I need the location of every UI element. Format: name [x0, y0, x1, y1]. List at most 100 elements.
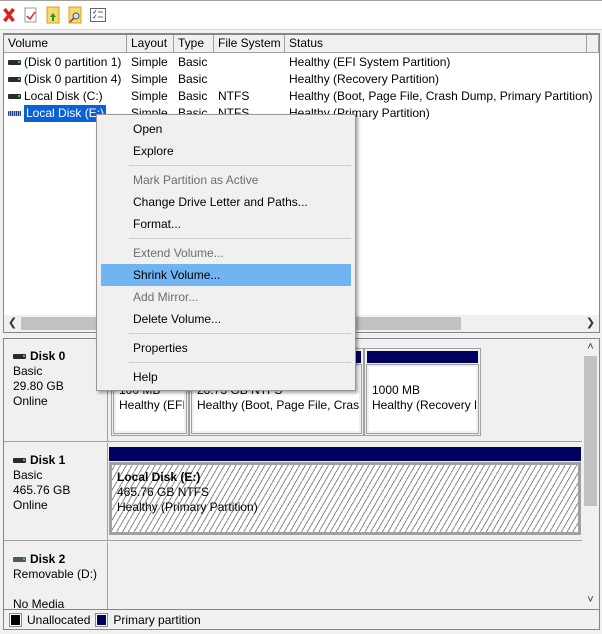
partition-e[interactable]: Local Disk (E:) 465.76 GB NTFS Healthy (… — [109, 447, 581, 535]
type-cell: Basic — [178, 55, 208, 69]
drive-icon — [8, 77, 21, 82]
disk-type: Removable (D:) — [13, 567, 98, 581]
disk-state: Online — [13, 394, 48, 408]
partition-size: 1000 MB — [372, 383, 421, 397]
menu-separator — [99, 359, 353, 366]
status-cell: Healthy (Boot, Page File, Crash Dump, Pr… — [289, 89, 593, 103]
menu-item-mark-active: Mark Partition as Active — [133, 173, 259, 187]
menu-item-help[interactable]: Help — [99, 366, 353, 388]
disk-icon — [13, 354, 26, 359]
menu-item-shrink-volume[interactable]: Shrink Volume... — [101, 264, 351, 286]
context-menu: Open Explore Mark Partition as Active Ch… — [96, 114, 356, 391]
disk-state: No Media — [13, 597, 65, 610]
checklist-icon — [90, 8, 106, 22]
check-document-icon — [24, 7, 37, 23]
column-header: Volume Layout Type File System Status — [4, 35, 599, 53]
menu-separator — [99, 235, 353, 242]
volume-name: Local Disk (E:) — [24, 105, 107, 122]
legend: Unallocated Primary partition — [3, 610, 600, 630]
column-status[interactable]: Status — [285, 35, 587, 53]
volume-name: Local Disk (C:) — [24, 89, 103, 103]
fs-cell: NTFS — [218, 89, 250, 103]
disk-1-row[interactable]: Disk 1 Basic 465.76 GB Online Local Disk… — [4, 443, 582, 541]
menu-item-format[interactable]: Format... — [99, 213, 353, 235]
menu-item-delete-volume[interactable]: Delete Volume... — [99, 308, 353, 330]
menu-item-change-drive-letter[interactable]: Change Drive Letter and Paths... — [99, 191, 353, 213]
scrollbar-thumb[interactable] — [584, 356, 597, 506]
properties-button[interactable] — [22, 6, 40, 24]
partition-status: Healthy (Primary Partition) — [117, 500, 258, 514]
legend-label: Unallocated — [27, 612, 91, 627]
scroll-up-icon[interactable]: ˄ — [582, 339, 599, 356]
table-row[interactable]: Local Disk (C:) Simple Basic NTFS Health… — [4, 88, 599, 105]
menu-item-add-mirror: Add Mirror... — [133, 290, 199, 304]
partition-header — [367, 351, 478, 363]
partition-recovery[interactable]: 1000 MB Healthy (Recovery F — [364, 348, 481, 436]
disk-icon — [13, 458, 26, 463]
explore-button[interactable] — [66, 6, 84, 24]
disk-info[interactable]: Disk 0 Basic 29.80 GB Online — [4, 339, 108, 441]
legend-swatch — [9, 612, 22, 627]
partition-header — [109, 447, 581, 461]
volume-name: (Disk 0 partition 4) — [24, 72, 122, 86]
folder-search-icon — [68, 6, 82, 24]
column-volume[interactable]: Volume — [4, 35, 127, 53]
toolbar — [0, 0, 602, 30]
partition-size: 465.76 GB NTFS — [117, 485, 210, 499]
type-cell: Basic — [178, 72, 208, 86]
partition-title: Local Disk (E:) — [117, 470, 201, 484]
red-x-icon — [3, 8, 15, 22]
partition-status: Healthy (Recovery F — [372, 398, 478, 412]
column-file-system[interactable]: File System — [214, 35, 285, 53]
disk-2-row[interactable]: Disk 2 Removable (D:) No Media — [4, 542, 582, 610]
legend-unallocated: Unallocated — [9, 612, 91, 627]
status-cell: Healthy (Recovery Partition) — [289, 72, 440, 86]
drive-icon — [8, 94, 21, 99]
status-cell: Healthy (EFI System Partition) — [289, 55, 451, 69]
folder-up-icon — [46, 6, 60, 24]
menu-item-properties[interactable]: Properties — [99, 337, 353, 359]
column-layout[interactable]: Layout — [127, 35, 174, 53]
disk-size: 465.76 GB — [13, 483, 71, 497]
disk-info[interactable]: Disk 1 Basic 465.76 GB Online — [4, 443, 108, 540]
table-row[interactable]: (Disk 0 partition 1) Simple Basic Health… — [4, 54, 599, 71]
disk-name: Disk 2 — [30, 552, 66, 566]
delete-button[interactable] — [0, 6, 18, 24]
disk-type: Basic — [13, 468, 43, 482]
volume-name: (Disk 0 partition 1) — [24, 55, 122, 69]
type-cell: Basic — [178, 89, 208, 103]
disk-type: Basic — [13, 364, 43, 378]
disk-info[interactable]: Disk 2 Removable (D:) No Media — [4, 542, 108, 610]
disk-name: Disk 1 — [30, 453, 66, 467]
partition-status: Healthy (Boot, Page File, Crash — [197, 398, 361, 412]
drive-icon — [8, 111, 21, 116]
menu-separator — [99, 162, 353, 169]
column-type[interactable]: Type — [174, 35, 214, 53]
scroll-down-icon[interactable]: ˅ — [582, 592, 599, 609]
menu-item-open[interactable]: Open — [99, 118, 353, 140]
menu-item-extend-volume: Extend Volume... — [133, 246, 224, 260]
layout-cell: Simple — [131, 89, 168, 103]
disk-name: Disk 0 — [30, 349, 66, 363]
scroll-left-icon[interactable]: ❮ — [4, 315, 21, 332]
fs-cell — [214, 54, 285, 71]
legend-swatch — [95, 612, 109, 627]
menu-item-explore[interactable]: Explore — [99, 140, 353, 162]
layout-cell: Simple — [131, 72, 168, 86]
vertical-scrollbar[interactable]: ˄ ˅ — [582, 339, 599, 609]
layout-cell: Simple — [131, 55, 168, 69]
column-extra[interactable] — [587, 35, 599, 53]
disk-icon — [13, 557, 26, 562]
scroll-right-icon[interactable]: ❯ — [582, 315, 599, 332]
open-button[interactable] — [44, 6, 62, 24]
drive-icon — [8, 60, 21, 65]
fs-cell — [214, 71, 285, 88]
disk-state: Online — [13, 498, 48, 512]
partition-status: Healthy (EFI — [119, 398, 186, 412]
table-row[interactable]: (Disk 0 partition 4) Simple Basic Health… — [4, 71, 599, 88]
menu-separator — [99, 330, 353, 337]
legend-primary: Primary partition — [95, 612, 201, 627]
disk-size: 29.80 GB — [13, 379, 64, 393]
settings-button[interactable] — [89, 6, 107, 24]
legend-label: Primary partition — [113, 612, 201, 627]
